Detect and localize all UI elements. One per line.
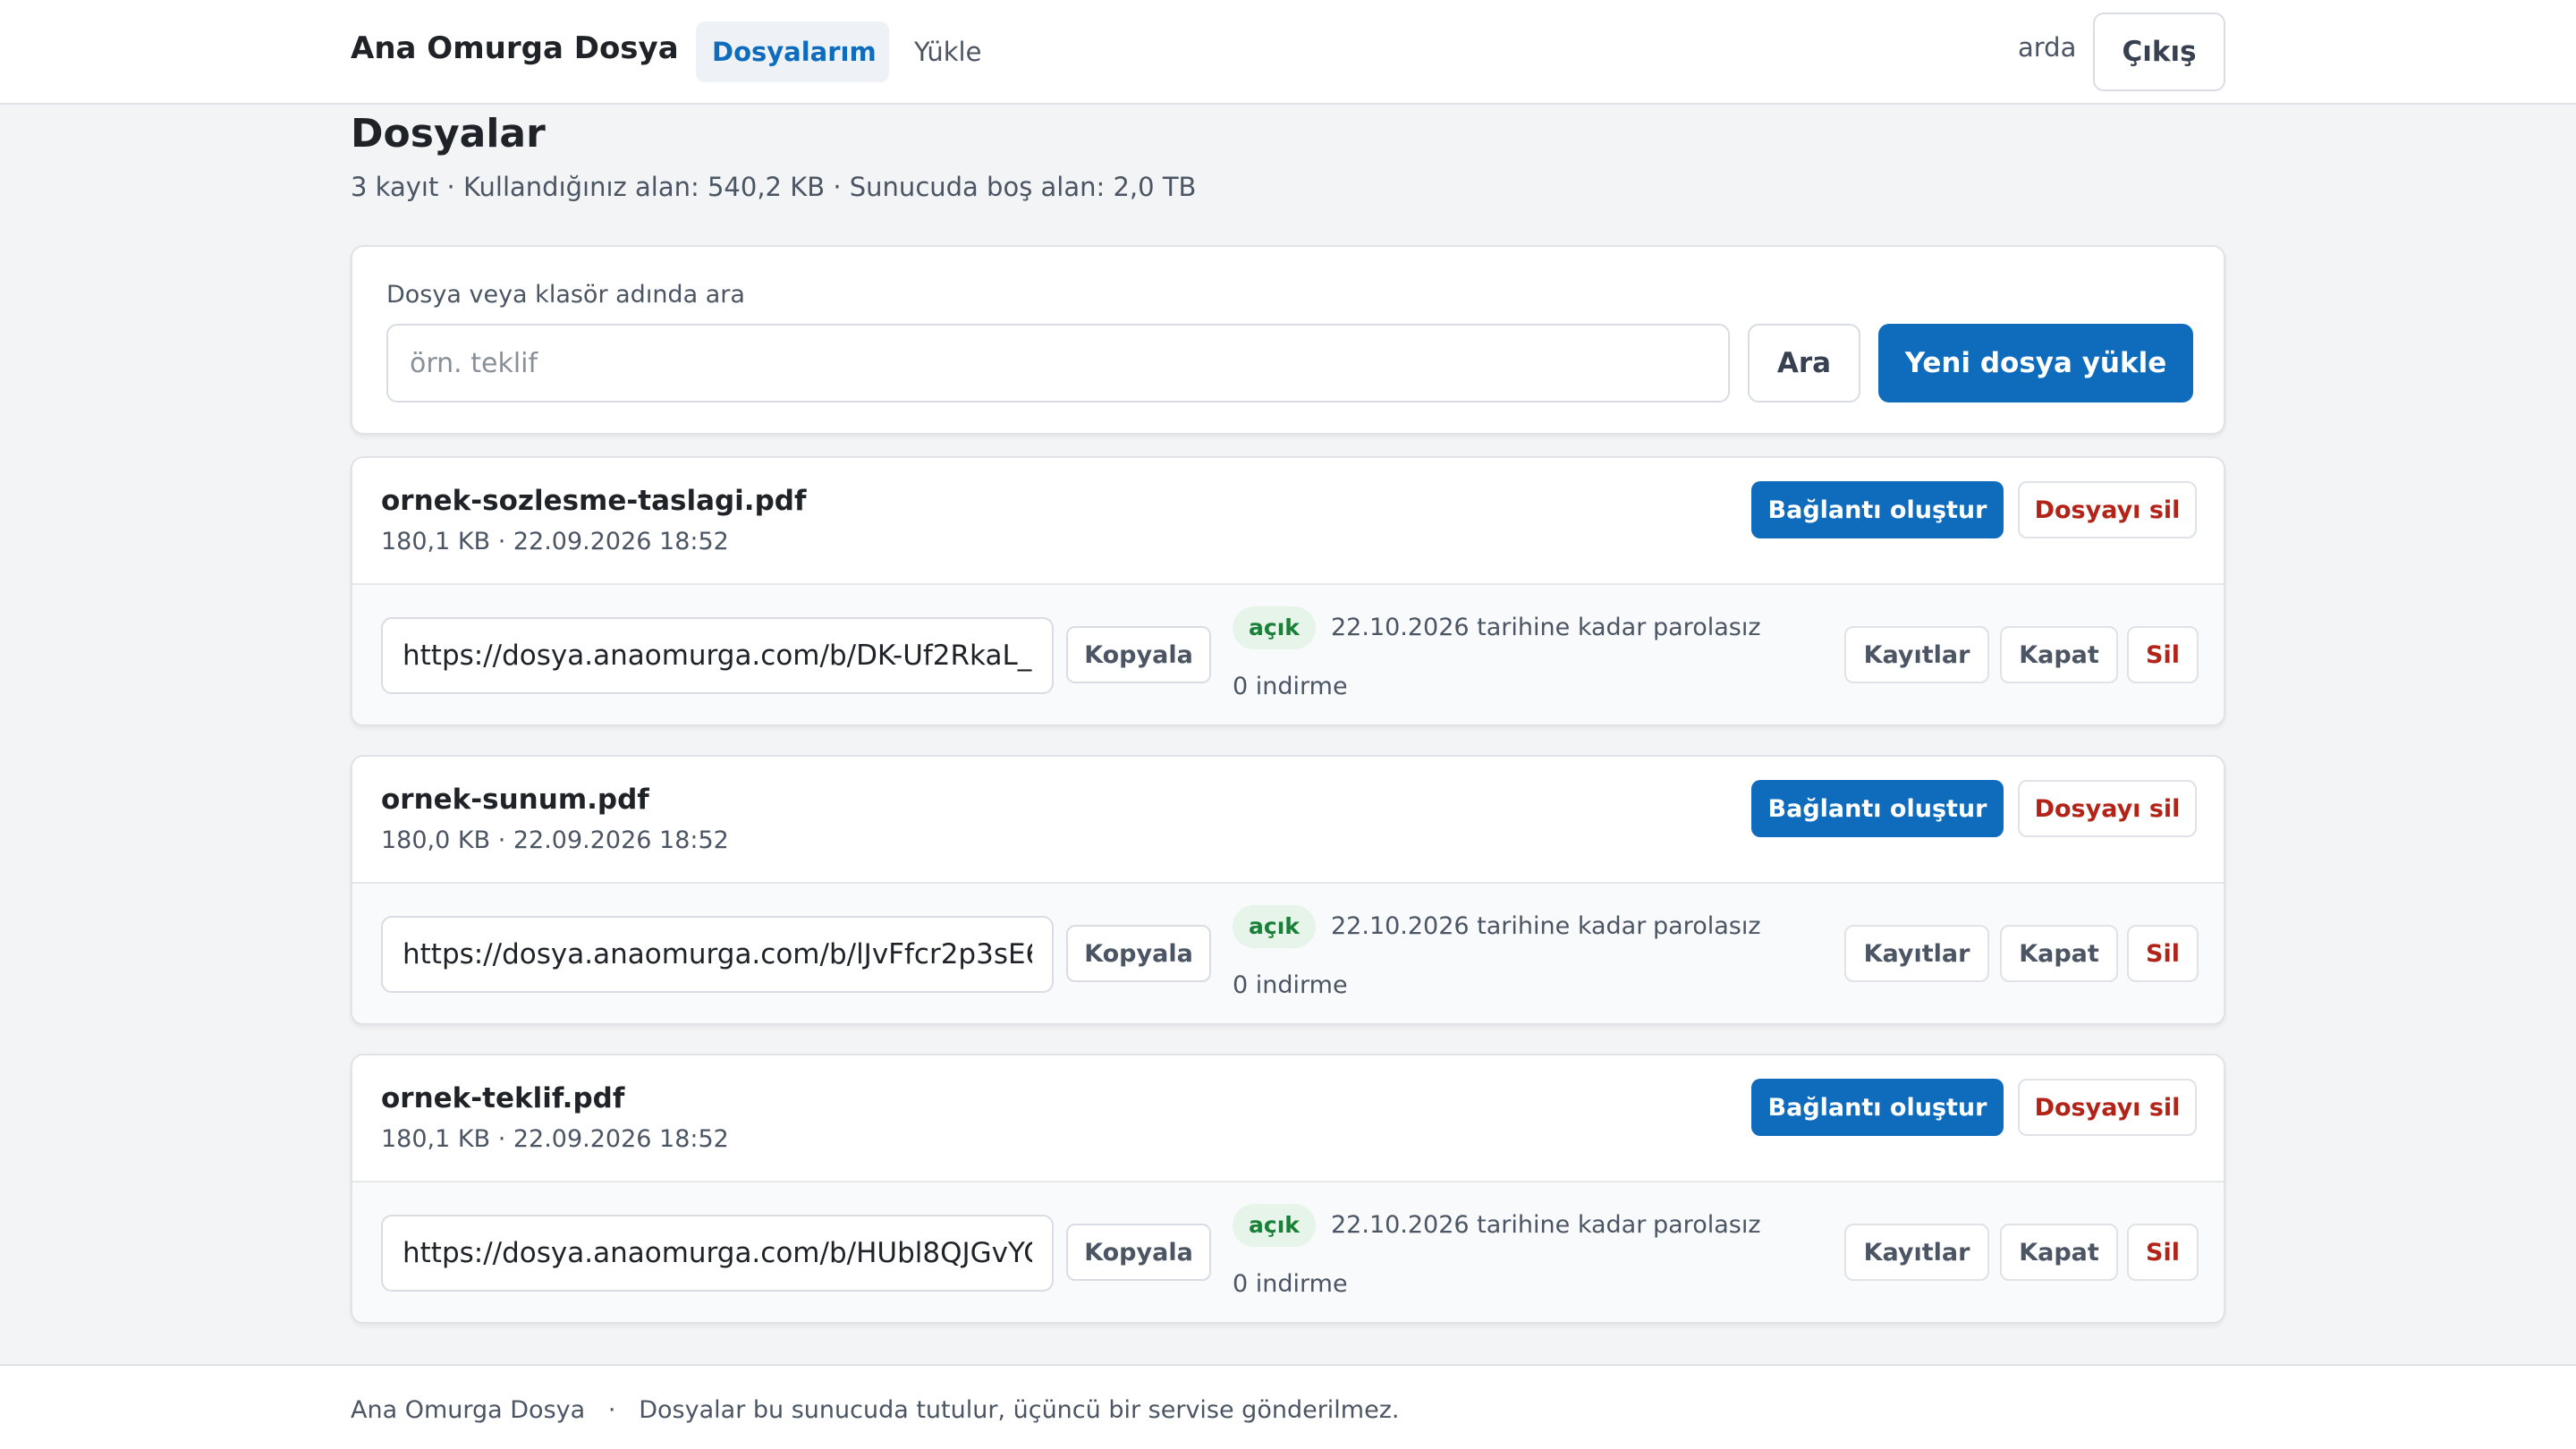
share-url-field[interactable] — [381, 1215, 1054, 1292]
file-card: ornek-teklif.pdf 180,1 KB · 22.09.2026 1… — [351, 1054, 2225, 1324]
file-meta: 180,0 KB · 22.09.2026 18:52 — [381, 826, 729, 854]
brand-title[interactable]: Ana Omurga Dosya — [351, 30, 679, 66]
create-link-button[interactable]: Bağlantı oluştur — [1751, 481, 2004, 538]
nav-my-files[interactable]: Dosyalarım — [696, 21, 889, 82]
share-link-row: Kopyala açık 22.10.2026 tarihine kadar p… — [352, 1182, 2224, 1322]
file-card-header: ornek-sozlesme-taslagi.pdf 180,1 KB · 22… — [352, 458, 2224, 585]
delete-file-button[interactable]: Dosyayı sil — [2018, 481, 2197, 538]
top-navbar: Ana Omurga Dosya Dosyalarım Yükle arda Ç… — [0, 0, 2576, 105]
link-expiry: 22.10.2026 tarihine kadar — [1331, 1211, 1647, 1239]
logs-button[interactable]: Kayıtlar — [1844, 1224, 1989, 1281]
download-count: 0 indirme — [1233, 673, 1348, 700]
new-upload-button[interactable]: Yeni dosya yükle — [1878, 324, 2193, 402]
link-status-badge: açık — [1233, 606, 1316, 649]
file-name: ornek-teklif.pdf — [381, 1082, 625, 1114]
file-card: ornek-sozlesme-taslagi.pdf 180,1 KB · 22… — [351, 456, 2225, 726]
file-card: ornek-sunum.pdf 180,0 KB · 22.09.2026 18… — [351, 755, 2225, 1025]
file-meta: 180,1 KB · 22.09.2026 18:52 — [381, 1125, 729, 1153]
file-card-header: ornek-teklif.pdf 180,1 KB · 22.09.2026 1… — [352, 1055, 2224, 1182]
download-count: 0 indirme — [1233, 1270, 1348, 1298]
close-link-button[interactable]: Kapat — [2000, 626, 2118, 683]
search-input[interactable] — [386, 324, 1730, 402]
close-link-button[interactable]: Kapat — [2000, 1224, 2118, 1281]
page-footer: Ana Omurga Dosya · Dosyalar bu sunucuda … — [0, 1364, 2576, 1449]
search-card: Dosya veya klasör adında ara Ara Yeni do… — [351, 245, 2225, 435]
link-password-status: parolasız — [1653, 912, 1761, 940]
share-link-row: Kopyala açık 22.10.2026 tarihine kadar p… — [352, 884, 2224, 1023]
link-password-status: parolasız — [1653, 614, 1761, 641]
file-name: ornek-sunum.pdf — [381, 784, 649, 816]
delete-link-button[interactable]: Sil — [2127, 1224, 2199, 1281]
share-url-field[interactable] — [381, 617, 1054, 694]
username: arda — [2018, 32, 2077, 63]
file-name: ornek-sozlesme-taslagi.pdf — [381, 485, 807, 517]
logs-button[interactable]: Kayıtlar — [1844, 925, 1989, 982]
copy-link-button[interactable]: Kopyala — [1066, 1224, 1211, 1281]
page-title: Dosyalar — [351, 111, 546, 157]
close-link-button[interactable]: Kapat — [2000, 925, 2118, 982]
create-link-button[interactable]: Bağlantı oluştur — [1751, 780, 2004, 837]
delete-file-button[interactable]: Dosyayı sil — [2018, 780, 2197, 837]
delete-file-button[interactable]: Dosyayı sil — [2018, 1079, 2197, 1136]
file-meta: 180,1 KB · 22.09.2026 18:52 — [381, 528, 729, 555]
logs-button[interactable]: Kayıtlar — [1844, 626, 1989, 683]
share-url-field[interactable] — [381, 916, 1054, 993]
search-button[interactable]: Ara — [1748, 324, 1860, 402]
delete-link-button[interactable]: Sil — [2127, 925, 2199, 982]
file-card-header: ornek-sunum.pdf 180,0 KB · 22.09.2026 18… — [352, 757, 2224, 884]
link-password-status: parolasız — [1653, 1211, 1761, 1239]
copy-link-button[interactable]: Kopyala — [1066, 626, 1211, 683]
link-status-badge: açık — [1233, 905, 1316, 948]
link-expiry: 22.10.2026 tarihine kadar — [1331, 614, 1647, 641]
link-expiry: 22.10.2026 tarihine kadar — [1331, 912, 1647, 940]
share-link-row: Kopyala açık 22.10.2026 tarihine kadar p… — [352, 585, 2224, 724]
logout-button[interactable]: Çıkış — [2093, 13, 2225, 91]
footer-text: Ana Omurga Dosya · Dosyalar bu sunucuda … — [351, 1396, 1400, 1424]
download-count: 0 indirme — [1233, 971, 1348, 999]
nav-upload[interactable]: Yükle — [898, 21, 997, 82]
search-label: Dosya veya klasör adında ara — [386, 281, 745, 309]
page-summary: 3 kayıt · Kullandığınız alan: 540,2 KB ·… — [351, 172, 1197, 202]
copy-link-button[interactable]: Kopyala — [1066, 925, 1211, 982]
create-link-button[interactable]: Bağlantı oluştur — [1751, 1079, 2004, 1136]
delete-link-button[interactable]: Sil — [2127, 626, 2199, 683]
link-status-badge: açık — [1233, 1204, 1316, 1247]
